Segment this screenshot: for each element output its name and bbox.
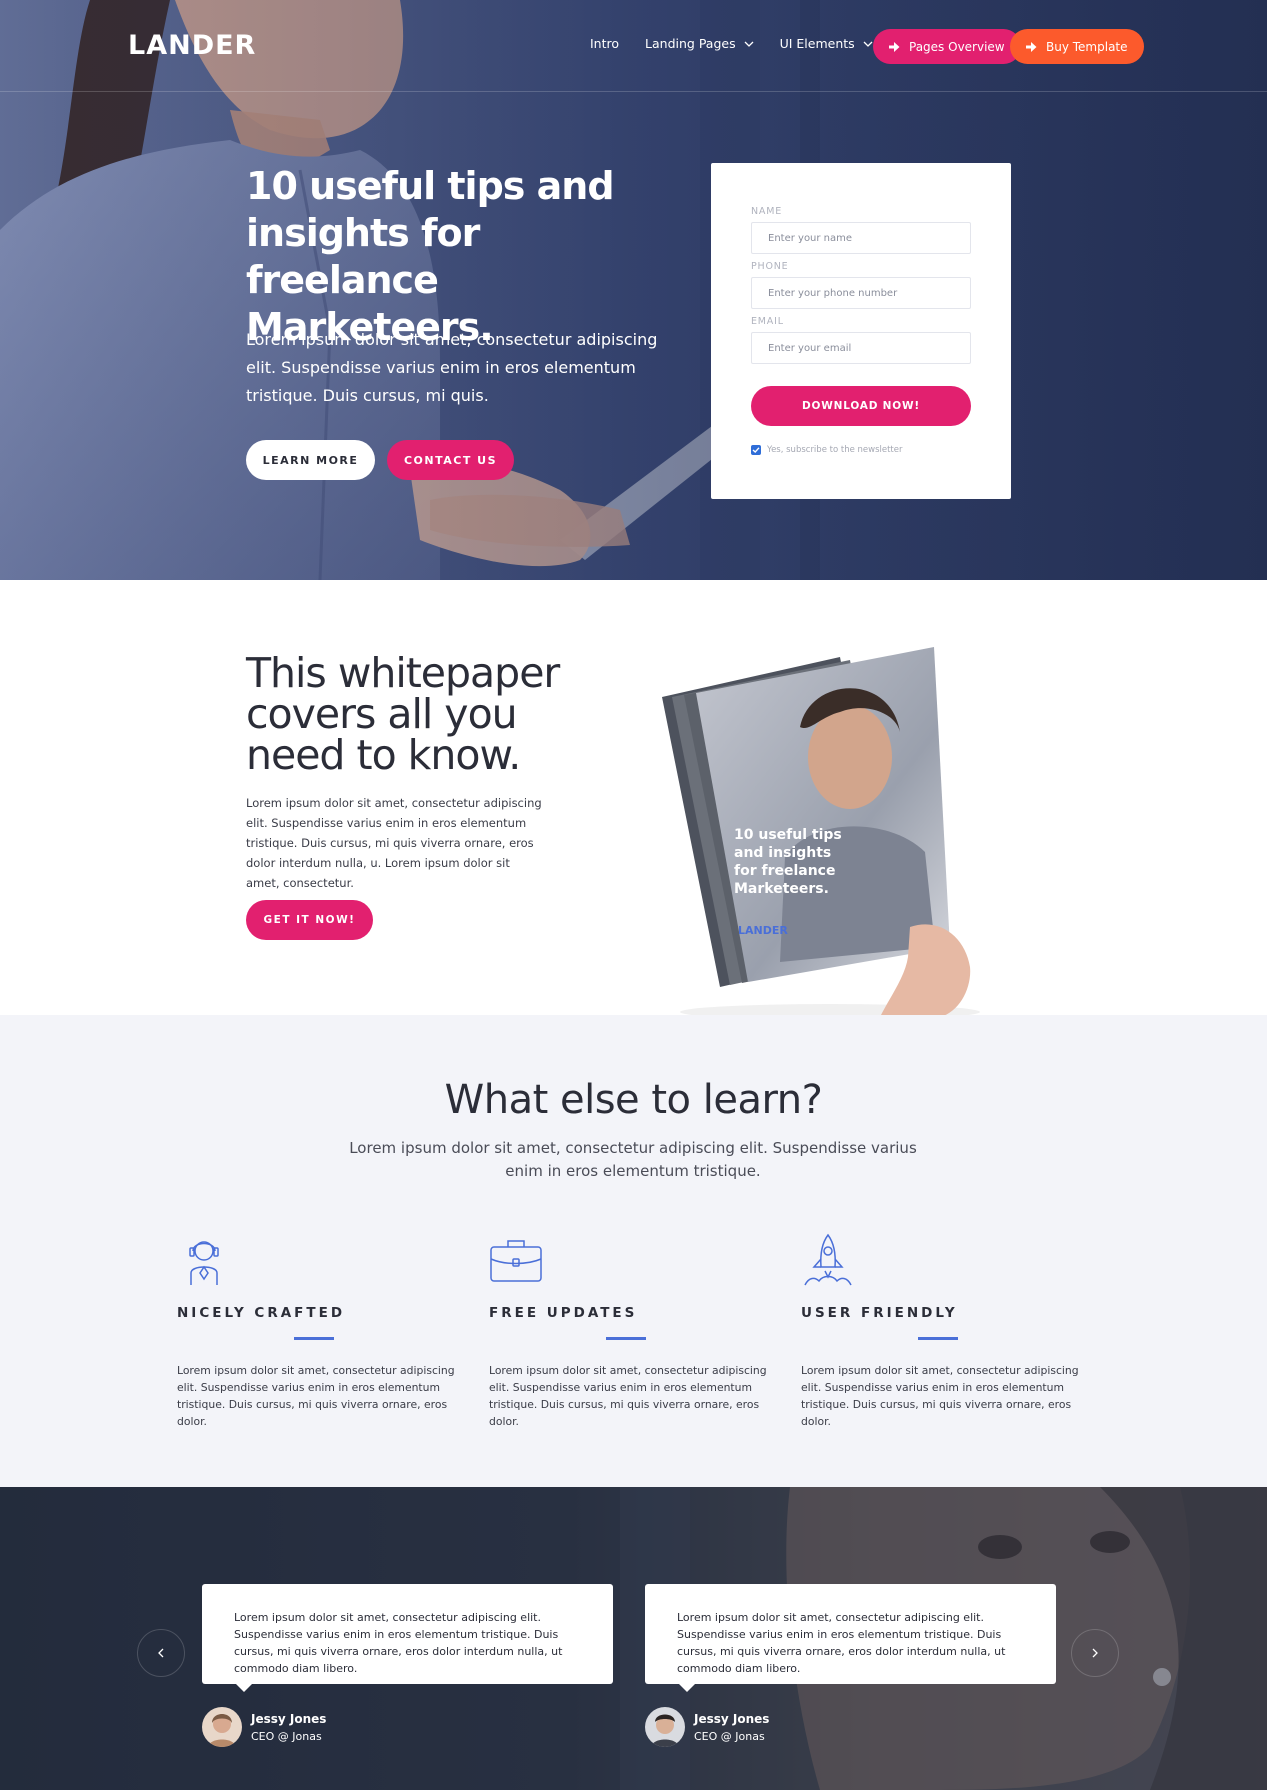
feature-item: USER FRIENDLY Lorem ipsum dolor sit amet… [801,1233,1081,1430]
avatar [645,1707,685,1747]
testimonial-author: Jessy Jones CEO @ Jonas [645,1707,769,1747]
name-label: NAME [751,206,783,217]
book-brand: LANDER [738,924,788,937]
chevron-right-icon [1092,1648,1098,1658]
book-title-line-2: and insights [734,845,831,861]
whitepaper-body: Lorem ipsum dolor sit amet, consectetur … [246,796,542,890]
testimonial-author: Jessy Jones CEO @ Jonas [202,1707,326,1747]
feature-divider [918,1337,958,1340]
hero-section: LANDER Intro Landing Pages UI Elements P… [0,0,1267,580]
testimonials-prev-button[interactable] [137,1629,185,1677]
testimonial-card: Lorem ipsum dolor sit amet, consectetur … [645,1584,1056,1692]
arrow-right-icon [1026,41,1037,52]
feature-text: Lorem ipsum dolor sit amet, consectetur … [801,1364,1079,1428]
testimonial-quote: Lorem ipsum dolor sit amet, consectetur … [677,1611,1006,1675]
testimonial-quote: Lorem ipsum dolor sit amet, consectetur … [234,1611,563,1675]
features-subtitle: Lorem ipsum dolor sit amet, consectetur … [349,1139,917,1180]
book-title-line-4: Marketeers. [734,881,829,897]
whitepaper-book-image: 10 useful tips and insights for freelanc… [662,647,980,1017]
phone-input[interactable]: Enter your phone number [751,277,971,309]
feature-divider [606,1337,646,1340]
email-input[interactable]: Enter your email [751,332,971,364]
nav-link-landing-pages-label: Landing Pages [645,36,736,51]
briefcase-icon [490,1240,542,1282]
author-name: Jessy Jones [251,1711,327,1726]
book-title-line-3: for freelance [734,863,835,879]
avatar [202,1707,242,1747]
feature-item: NICELY CRAFTED Lorem ipsum dolor sit ame… [177,1233,457,1430]
pages-overview-button[interactable]: Pages Overview [873,29,1021,64]
chevron-down-icon [863,41,873,47]
hero-title: 10 useful tips and insights for freelanc… [246,164,615,349]
newsletter-label: Yes, subscribe to the newsletter [767,445,903,455]
feature-title: USER FRIENDLY [801,1305,958,1321]
testimonial-card-pointer [679,1684,695,1692]
feature-item: FREE UPDATES Lorem ipsum dolor sit amet,… [489,1233,769,1430]
whitepaper-title: This whitepaper covers all you need to k… [246,649,560,779]
buy-template-button[interactable]: Buy Template [1010,29,1144,64]
pages-overview-label: Pages Overview [909,39,1005,54]
email-label: EMAIL [751,316,784,327]
contact-us-button[interactable]: CONTACT US [387,440,514,480]
newsletter-checkbox[interactable] [751,445,761,455]
feature-divider [294,1337,334,1340]
testimonial-card-pointer [236,1684,252,1692]
newsletter-checkbox-row[interactable]: Yes, subscribe to the newsletter [751,445,903,455]
whitepaper-section: This whitepaper covers all you need to k… [0,580,1267,1017]
nav-link-ui-elements-label: UI Elements [779,36,855,51]
buy-template-label: Buy Template [1046,39,1128,54]
hero-subtitle: Lorem ipsum dolor sit amet, consectetur … [246,330,658,405]
feature-title: FREE UPDATES [489,1305,638,1321]
features-title: What else to learn? [444,1077,823,1123]
name-input[interactable]: Enter your name [751,222,971,254]
get-it-now-button[interactable]: GET IT NOW! [246,900,373,940]
brand-logo[interactable]: LANDER [128,29,257,61]
arrow-right-icon [889,41,900,52]
support-agent-icon [189,1241,219,1285]
phone-label: PHONE [751,261,789,272]
nav-link-landing-pages[interactable]: Landing Pages [645,36,754,51]
testimonials-next-button[interactable] [1071,1629,1119,1677]
feature-text: Lorem ipsum dolor sit amet, consectetur … [489,1364,767,1428]
nav-link-intro[interactable]: Intro [590,36,619,51]
nav-links: Intro Landing Pages UI Elements [590,36,899,51]
download-form: NAME Enter your name PHONE Enter your ph… [711,163,1011,499]
download-now-button[interactable]: DOWNLOAD NOW! [751,386,971,426]
learn-more-button[interactable]: LEARN MORE [246,440,375,480]
author-name: Jessy Jones [694,1711,770,1726]
testimonial-card: Lorem ipsum dolor sit amet, consectetur … [202,1584,613,1692]
rocket-icon [804,1233,852,1286]
chevron-down-icon [744,41,754,47]
features-section: What else to learn? Lorem ipsum dolor si… [0,1015,1267,1487]
book-title-line-1: 10 useful tips [734,827,842,843]
check-icon [752,447,760,453]
feature-title: NICELY CRAFTED [177,1305,346,1321]
author-role: CEO @ Jonas [694,1729,765,1743]
nav-link-ui-elements[interactable]: UI Elements [780,36,873,51]
testimonials-section: Lorem ipsum dolor sit amet, consectetur … [0,1487,1267,1790]
logo-text: LANDER [128,29,257,61]
chevron-left-icon [158,1648,164,1658]
author-role: CEO @ Jonas [251,1729,322,1743]
top-navbar: LANDER Intro Landing Pages UI Elements P… [0,0,1267,92]
nav-link-intro-label: Intro [590,36,620,51]
feature-text: Lorem ipsum dolor sit amet, consectetur … [177,1364,455,1428]
